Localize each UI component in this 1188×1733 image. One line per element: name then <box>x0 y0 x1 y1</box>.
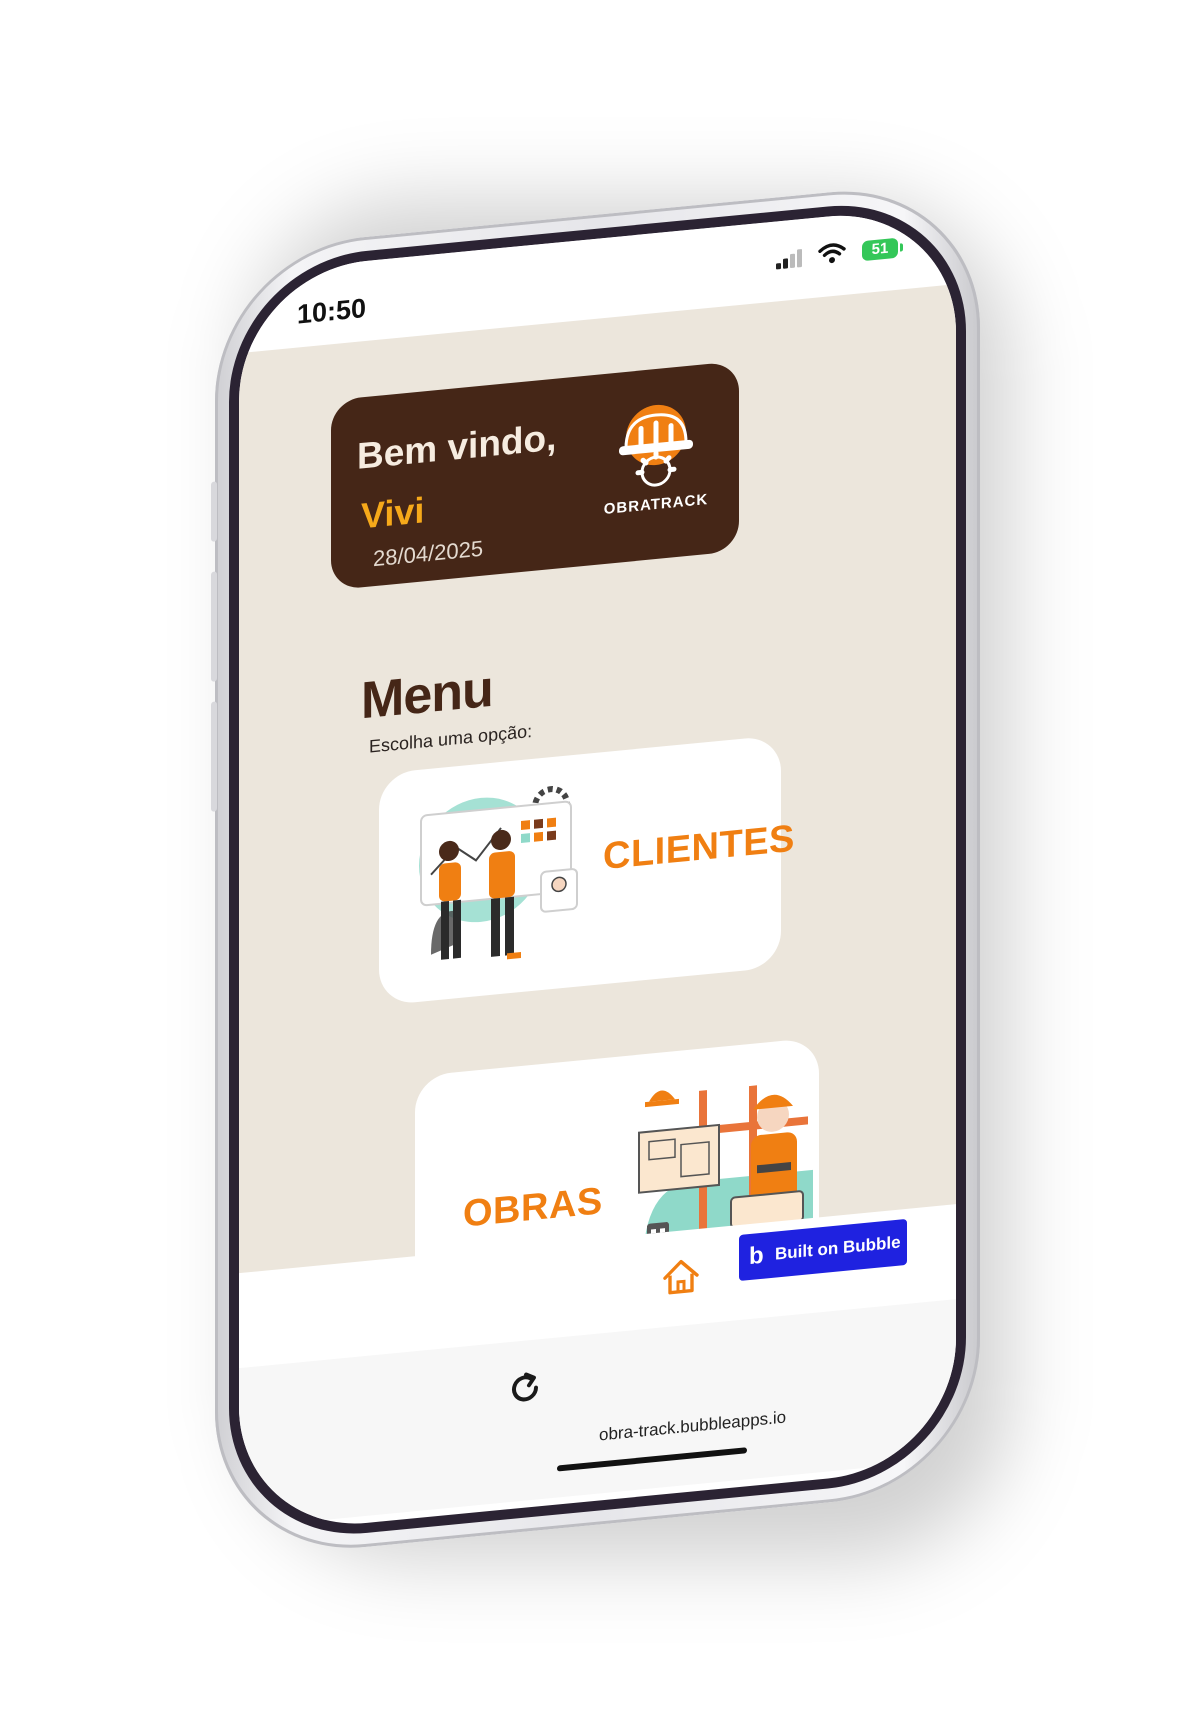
phone-frame: 10:50 51 <box>215 178 980 1562</box>
status-time: 10:50 <box>297 293 366 331</box>
phone-bezel: 10:50 51 <box>229 193 966 1546</box>
home-icon[interactable] <box>661 1255 701 1299</box>
cellular-signal-icon <box>776 249 804 270</box>
welcome-date: 28/04/2025 <box>373 536 483 573</box>
phone-side-button <box>211 481 217 542</box>
welcome-card: Bem vindo, Vivi 28/04/2025 <box>331 361 739 590</box>
app-content: Bem vindo, Vivi 28/04/2025 <box>239 284 956 1368</box>
phone-volume-up <box>211 571 217 682</box>
welcome-greeting: Bem vindo, <box>357 417 556 478</box>
wifi-icon <box>818 241 846 266</box>
phone-tilt: 10:50 51 <box>0 0 1188 1733</box>
clientes-label: CLIENTES <box>603 818 795 879</box>
obratrack-logo: OBRATRACK <box>601 392 711 533</box>
clientes-option-card[interactable]: CLIENTES <box>379 735 781 1006</box>
clients-meeting-illustration <box>401 779 597 988</box>
menu-title: Menu <box>361 659 493 732</box>
phone-volume-down <box>211 701 217 812</box>
welcome-user-name: Vivi <box>361 489 424 537</box>
reload-icon[interactable] <box>507 1369 543 1408</box>
mockup-stage: 10:50 51 <box>0 0 1188 1676</box>
bubble-badge-label: Built on Bubble <box>775 1232 901 1264</box>
phone-screen: 10:50 51 <box>239 204 956 1535</box>
battery-indicator: 51 <box>862 238 898 261</box>
obras-label: OBRAS <box>463 1180 603 1236</box>
bubble-logo-icon: b <box>749 1242 769 1270</box>
logo-wordmark: OBRATRACK <box>604 491 708 518</box>
browser-url[interactable]: obra-track.bubbleapps.io <box>599 1408 786 1446</box>
home-indicator <box>557 1447 747 1471</box>
